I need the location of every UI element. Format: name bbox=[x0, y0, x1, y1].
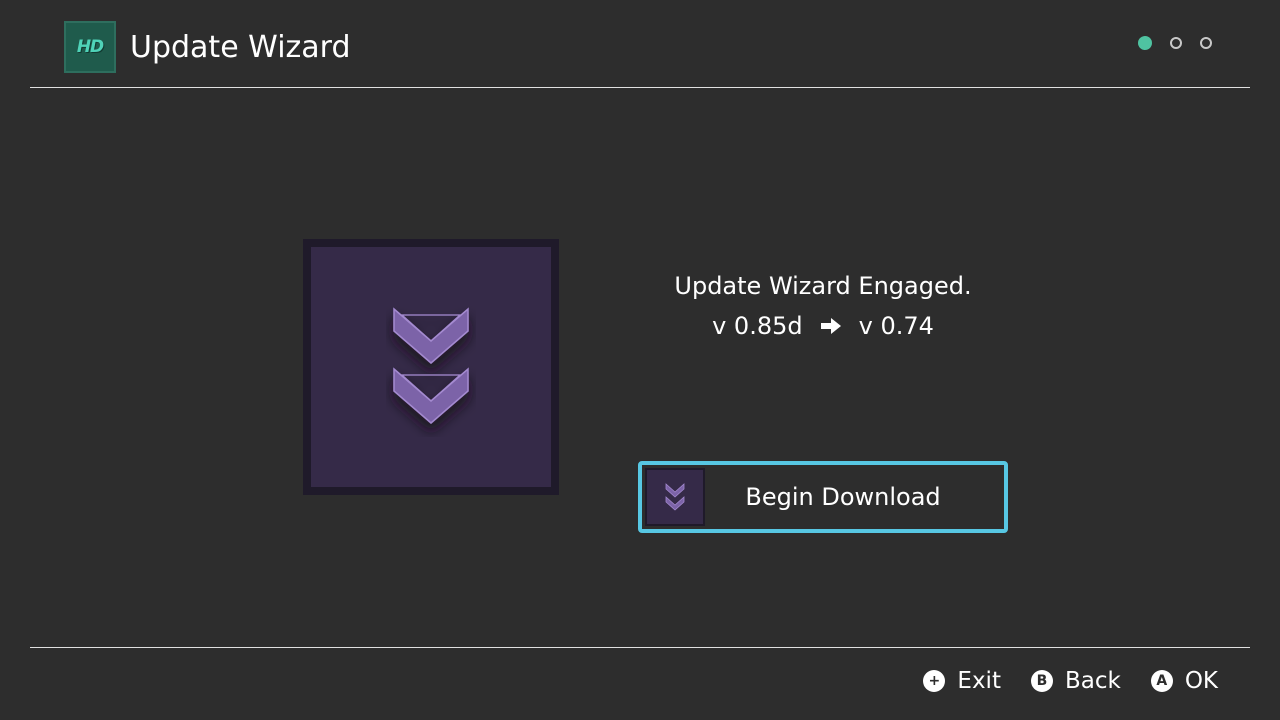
arrow-right-icon bbox=[820, 318, 841, 334]
page-dot-3 bbox=[1200, 37, 1212, 49]
back-hint-label: Back bbox=[1064, 668, 1121, 694]
current-version: v 0.85d bbox=[712, 312, 803, 340]
update-wizard-screen: HD Update Wizard Update Wizard Engaged. … bbox=[0, 0, 1280, 720]
ok-hint-label: OK bbox=[1184, 668, 1218, 694]
header-divider bbox=[30, 87, 1250, 88]
update-info: Update Wizard Engaged. v 0.85d v 0.74 bbox=[623, 266, 1023, 346]
a-button-icon: A bbox=[1150, 670, 1173, 692]
double-chevron-down-icon bbox=[393, 307, 469, 424]
back-hint[interactable]: B Back bbox=[1030, 668, 1121, 694]
plus-button-icon: + bbox=[923, 670, 946, 692]
hero-image bbox=[303, 239, 559, 495]
app-logo-text: HD bbox=[76, 37, 104, 57]
target-version: v 0.74 bbox=[858, 312, 934, 340]
begin-download-button[interactable]: Begin Download bbox=[638, 461, 1008, 533]
status-text: Update Wizard Engaged. bbox=[674, 272, 972, 300]
page-title: Update Wizard bbox=[130, 30, 351, 65]
exit-hint-label: Exit bbox=[957, 668, 1001, 694]
b-button-icon: B bbox=[1030, 670, 1053, 692]
app-logo: HD bbox=[64, 21, 116, 73]
download-button-thumbnail bbox=[645, 468, 705, 526]
ok-hint[interactable]: A OK bbox=[1150, 668, 1218, 694]
exit-hint[interactable]: + Exit bbox=[923, 668, 1001, 694]
double-chevron-down-icon bbox=[665, 483, 685, 511]
begin-download-label: Begin Download bbox=[745, 483, 941, 511]
page-dot-2 bbox=[1170, 37, 1182, 49]
footer-divider bbox=[30, 647, 1250, 648]
footer-hints: + Exit B Back A OK bbox=[923, 668, 1218, 694]
page-dot-1 bbox=[1138, 36, 1152, 50]
page-indicator bbox=[1138, 36, 1212, 50]
version-row: v 0.85d v 0.74 bbox=[623, 306, 1023, 346]
